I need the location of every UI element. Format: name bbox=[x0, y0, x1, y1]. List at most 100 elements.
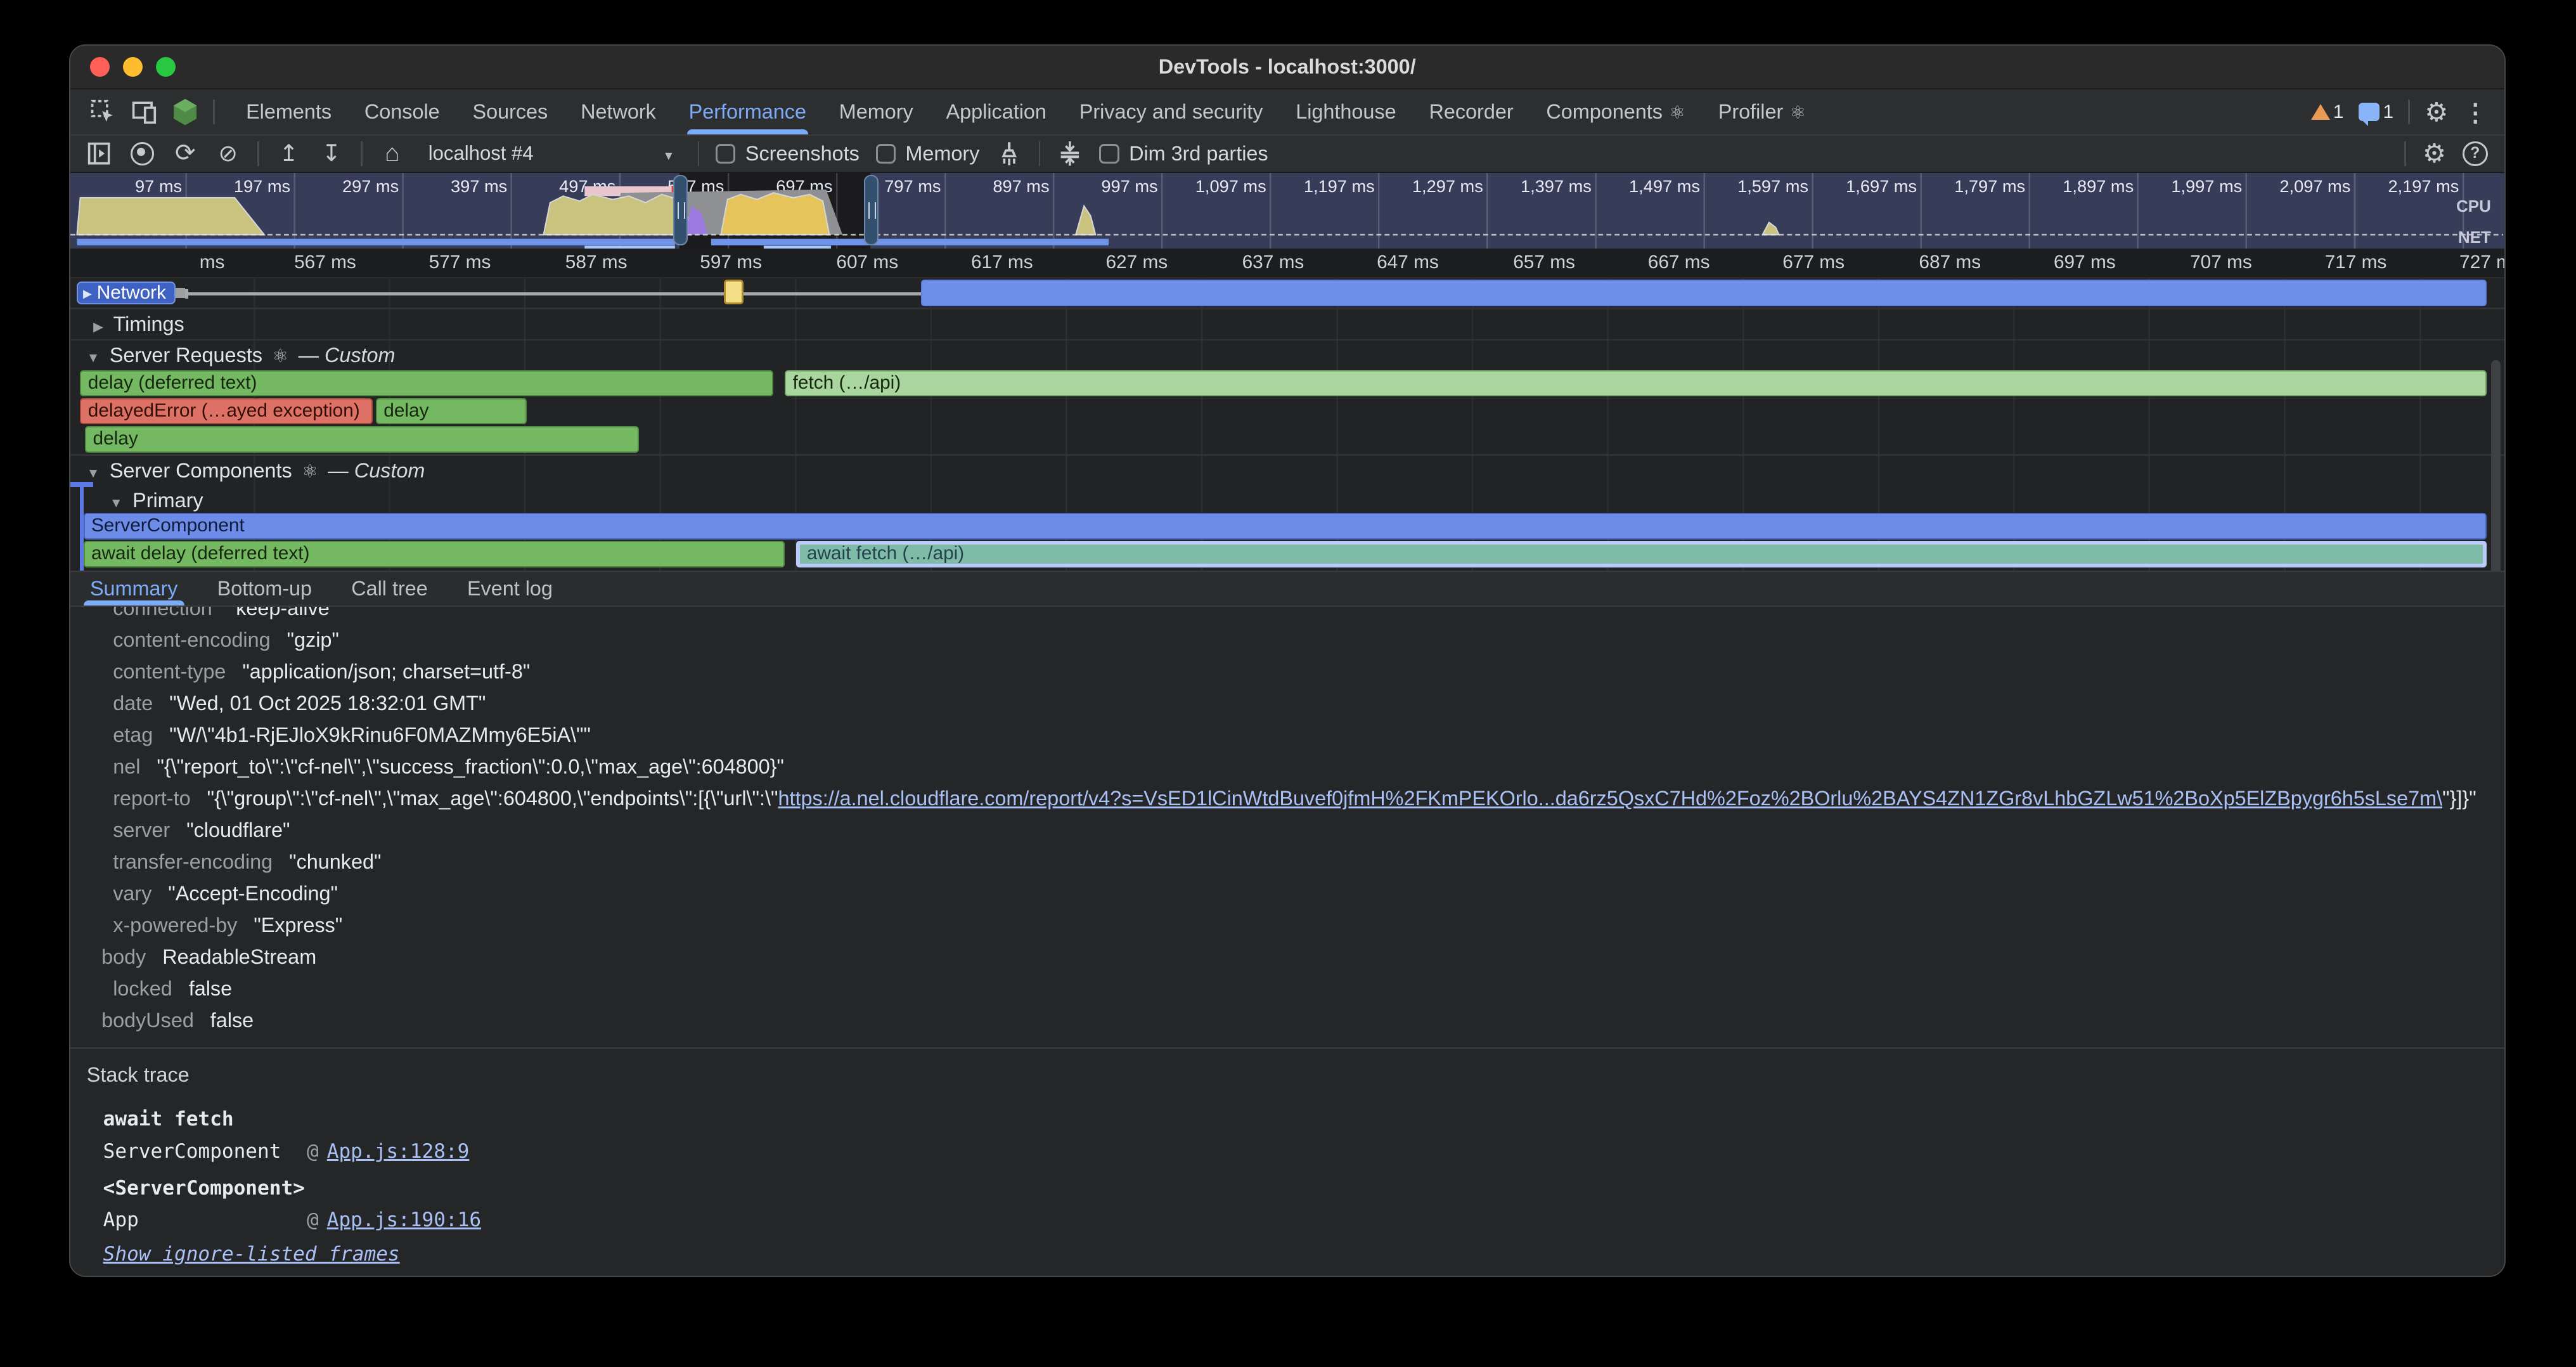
panel-tab[interactable]: Sources bbox=[456, 89, 565, 134]
tabbar-right: 1 1 bbox=[2311, 97, 2504, 127]
panel-tab[interactable]: Console bbox=[348, 89, 456, 134]
property-value: "{\"report_to\":\"cf-nel\",\"success_fra… bbox=[157, 755, 784, 778]
flame-bar[interactable]: delay (deferred text) bbox=[80, 370, 773, 396]
toggle-sidebar-icon[interactable] bbox=[87, 141, 113, 167]
panel-tab[interactable]: Privacy and security bbox=[1063, 89, 1280, 134]
capture-settings-gear-icon[interactable] bbox=[2423, 138, 2446, 169]
device-toolbar-icon[interactable] bbox=[131, 99, 157, 125]
property-row: nel "{\"report_to\":\"cf-nel\",\"success_… bbox=[70, 751, 2504, 782]
panel-tab-label: Network bbox=[581, 100, 656, 124]
panel-tab-label: Lighthouse bbox=[1296, 100, 1396, 124]
flame-bar[interactable]: ServerComponent bbox=[84, 513, 2487, 539]
window-title: DevTools - localhost:3000/ bbox=[70, 46, 2504, 88]
flame-bar[interactable]: fetch (…/api) bbox=[785, 370, 2487, 396]
panel-tabbar: Elements Console Sources Network Perform… bbox=[70, 89, 2504, 136]
panel-tab[interactable]: Performance bbox=[673, 89, 823, 134]
property-value: "Wed, 01 Oct 2025 18:32:01 GMT" bbox=[169, 692, 486, 715]
network-track-resizer[interactable] bbox=[176, 288, 186, 298]
property-row: bodyReadableStream bbox=[70, 941, 2504, 973]
help-icon[interactable]: ? bbox=[2463, 141, 2488, 167]
panel-tab[interactable]: Application bbox=[930, 89, 1063, 134]
memory-checkbox[interactable]: Memory bbox=[876, 142, 980, 165]
flame-bar[interactable]: delayedError (…ayed exception) bbox=[80, 398, 372, 424]
panel-tab[interactable]: Elements bbox=[229, 89, 348, 134]
selection-handle-right[interactable] bbox=[864, 175, 879, 245]
property-value-prefix: "{\"group\":\"cf-nel\",\"max_age\":60480… bbox=[207, 787, 778, 810]
details-tab[interactable]: Bottom-up bbox=[198, 572, 332, 606]
network-track-header[interactable]: Network bbox=[77, 282, 176, 304]
selection-handle-left[interactable] bbox=[673, 175, 688, 245]
flame-chart[interactable]: Network Timings Server Requests — Custom… bbox=[70, 278, 2504, 571]
panel-tab[interactable]: Recorder bbox=[1413, 89, 1530, 134]
panel-tab[interactable]: Network bbox=[564, 89, 673, 134]
collect-garbage-icon[interactable] bbox=[996, 141, 1022, 167]
settings-gear-icon[interactable] bbox=[2425, 97, 2448, 127]
panel-tab[interactable]: Components bbox=[1530, 89, 1702, 134]
panel-tab[interactable]: Profiler bbox=[1702, 89, 1822, 134]
divider bbox=[2404, 141, 2406, 166]
property-value: "Express" bbox=[254, 914, 342, 936]
cpu-label: CPU bbox=[2456, 198, 2491, 216]
ruler-time-label: 637 ms bbox=[1195, 252, 1304, 273]
dim-3rd-parties-checkbox[interactable]: Dim 3rd parties bbox=[1099, 142, 1268, 165]
live-metrics-home-icon[interactable] bbox=[379, 141, 405, 167]
tabbar-left-icons bbox=[70, 99, 229, 125]
expander-icon bbox=[87, 344, 100, 367]
messages-badge[interactable]: 1 bbox=[2359, 101, 2393, 123]
react-atom-icon bbox=[272, 344, 288, 367]
save-profile-icon[interactable] bbox=[318, 141, 344, 167]
flame-bar[interactable] bbox=[921, 280, 2487, 306]
details-tab-label: Bottom-up bbox=[217, 577, 312, 600]
report-url-link[interactable]: https://a.nel.cloudflare.com/report/v4?s… bbox=[778, 787, 2443, 810]
source-location-link[interactable]: App.js:128:9 bbox=[327, 1136, 470, 1168]
screenshots-checkbox[interactable]: Screenshots bbox=[716, 142, 860, 165]
more-options-icon[interactable] bbox=[2463, 97, 2488, 127]
details-tab[interactable]: Event log bbox=[448, 572, 572, 606]
divider bbox=[213, 100, 215, 124]
shortcuts-dialog-icon[interactable] bbox=[1057, 141, 1083, 167]
timeline-overview[interactable]: 97 ms197 ms297 ms397 ms497 ms597 ms697 m… bbox=[70, 172, 2504, 249]
property-row: vary"Accept-Encoding" bbox=[70, 878, 2504, 909]
record-and-reload-button[interactable] bbox=[172, 141, 198, 167]
clear-button[interactable] bbox=[215, 141, 241, 167]
timeline-ruler: ms567 ms577 ms587 ms597 ms607 ms617 ms62… bbox=[70, 249, 2504, 278]
record-button[interactable] bbox=[129, 141, 155, 167]
timings-track-header[interactable]: Timings bbox=[93, 313, 184, 336]
warnings-badge[interactable]: 1 bbox=[2311, 101, 2344, 123]
flame-bar[interactable] bbox=[724, 280, 744, 304]
server-requests-track-header[interactable]: Server Requests — Custom bbox=[87, 344, 396, 367]
divider bbox=[70, 308, 2504, 309]
details-tab[interactable]: Summary bbox=[70, 572, 198, 606]
divider bbox=[257, 141, 259, 166]
profile-select[interactable]: localhost #4 bbox=[422, 139, 681, 167]
flame-bar[interactable]: delay bbox=[376, 398, 527, 424]
performance-toolbar: localhost #4 Screenshots Memory Dim 3r bbox=[70, 136, 2504, 172]
panel-tab[interactable]: Memory bbox=[823, 89, 930, 134]
property-key: body bbox=[101, 945, 146, 968]
flame-bar[interactable]: await delay (deferred text) bbox=[84, 541, 785, 567]
vertical-scrollbar[interactable] bbox=[2491, 360, 2501, 571]
flame-bar[interactable]: delay bbox=[85, 426, 638, 452]
react-devtools-icon bbox=[172, 99, 198, 125]
server-components-track-header[interactable]: Server Components — Custom bbox=[87, 459, 425, 483]
stack-frame: <ServerComponent> bbox=[103, 1172, 2504, 1205]
flame-bar-label: await delay (deferred text) bbox=[91, 543, 309, 564]
details-tab[interactable]: Call tree bbox=[332, 572, 448, 606]
load-profile-icon[interactable] bbox=[276, 141, 302, 167]
primary-group-header[interactable]: Primary bbox=[110, 489, 203, 512]
property-value: "application/json; charset=utf-8" bbox=[242, 660, 530, 683]
property-value: "chunked" bbox=[289, 850, 381, 873]
divider bbox=[1039, 141, 1041, 166]
property-row: lockedfalse bbox=[70, 973, 2504, 1004]
react-atom-icon bbox=[302, 459, 318, 483]
panel-tab[interactable]: Lighthouse bbox=[1279, 89, 1412, 134]
show-ignore-listed-frames-link[interactable]: Show ignore-listed frames bbox=[87, 1243, 400, 1266]
ruler-time-label: 717 ms bbox=[2278, 252, 2386, 273]
inspect-element-icon[interactable] bbox=[90, 99, 116, 125]
flame-bar[interactable]: await fetch (…/api) bbox=[796, 541, 2487, 567]
property-key: nel bbox=[113, 755, 140, 778]
message-bubble-icon bbox=[2359, 103, 2380, 121]
cpu-activity-chart bbox=[70, 173, 2504, 249]
flame-bar-label: fetch (…/api) bbox=[793, 372, 901, 393]
source-location-link[interactable]: App.js:190:16 bbox=[327, 1204, 481, 1236]
